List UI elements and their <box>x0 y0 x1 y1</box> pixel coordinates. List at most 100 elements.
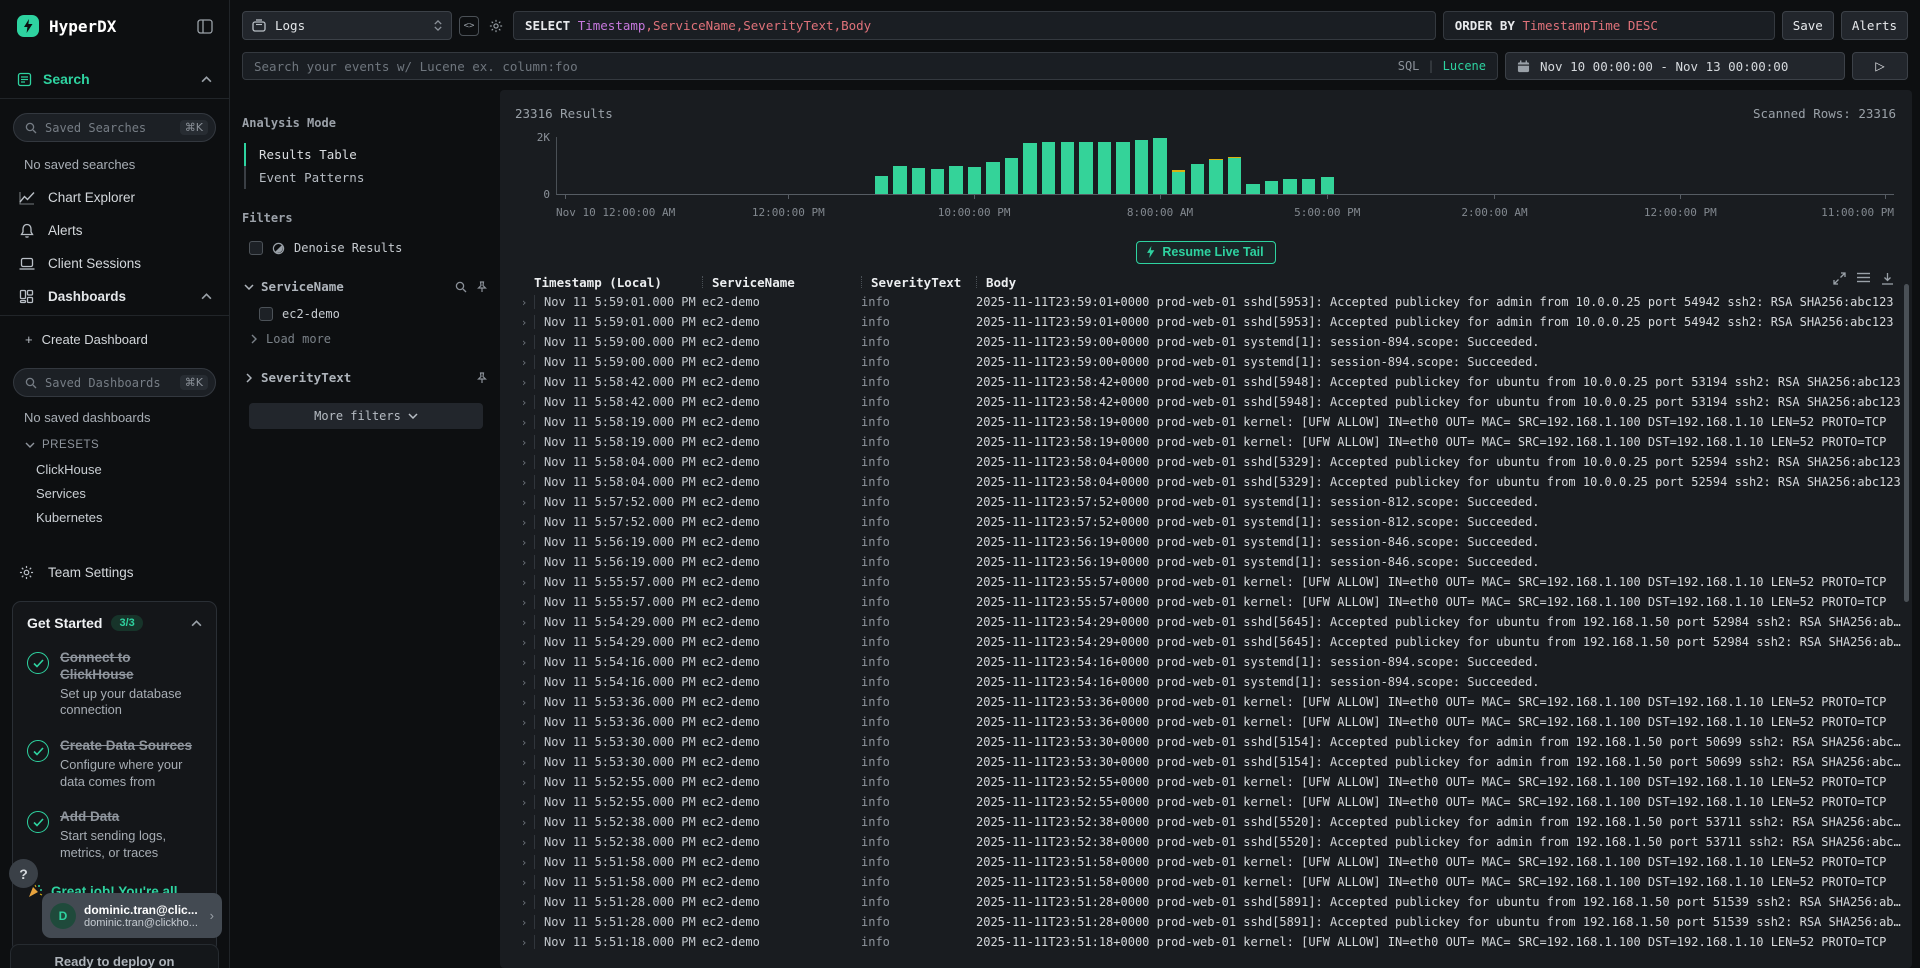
sidebar-item-dashboards[interactable]: Dashboards <box>0 280 229 313</box>
sidebar-collapse-icon[interactable] <box>197 19 213 34</box>
table-row[interactable]: › Nov 11 5:57:52.000 PM ec2-demo info 20… <box>514 512 1912 532</box>
preset-item[interactable]: ClickHouse <box>0 458 229 482</box>
table-row[interactable]: › Nov 11 5:54:29.000 PM ec2-demo info 20… <box>514 612 1912 632</box>
row-expand-chevron[interactable]: › <box>514 676 534 689</box>
create-dashboard-button[interactable]: + Create Dashboard <box>0 324 229 354</box>
histogram-bar[interactable] <box>968 167 981 194</box>
source-settings-gear-icon[interactable] <box>486 16 506 36</box>
table-row[interactable]: › Nov 11 5:55:57.000 PM ec2-demo info 20… <box>514 572 1912 592</box>
table-row[interactable]: › Nov 11 5:58:19.000 PM ec2-demo info 20… <box>514 412 1912 432</box>
pin-icon[interactable] <box>476 281 488 293</box>
source-select[interactable]: Logs <box>242 11 452 40</box>
table-row[interactable]: › Nov 11 5:58:19.000 PM ec2-demo info 20… <box>514 432 1912 452</box>
presets-toggle[interactable]: PRESETS <box>25 439 229 451</box>
row-expand-chevron[interactable]: › <box>514 416 534 429</box>
deploy-banner[interactable]: Ready to deploy on <box>10 944 219 968</box>
table-row[interactable]: › Nov 11 5:57:52.000 PM ec2-demo info 20… <box>514 492 1912 512</box>
table-row[interactable]: › Nov 11 5:56:19.000 PM ec2-demo info 20… <box>514 552 1912 572</box>
table-row[interactable]: › Nov 11 5:51:28.000 PM ec2-demo info 20… <box>514 912 1912 932</box>
preset-item[interactable]: Services <box>0 482 229 506</box>
histogram-bar[interactable] <box>1023 143 1036 194</box>
row-expand-chevron[interactable]: › <box>514 356 534 369</box>
filter-group-servicename[interactable]: ServiceName <box>244 279 488 294</box>
histogram-bar[interactable] <box>986 162 999 194</box>
get-started-step[interactable]: Add Data Start sending logs, metrics, or… <box>27 809 202 861</box>
sidebar-item-chart-explorer[interactable]: Chart Explorer <box>0 181 229 214</box>
more-filters-button[interactable]: More filters <box>249 403 483 429</box>
denoise-results-toggle[interactable]: Denoise Results <box>249 241 490 255</box>
histogram-bar[interactable] <box>949 166 962 195</box>
alerts-button[interactable]: Alerts <box>1841 11 1908 40</box>
chevron-up-icon[interactable] <box>201 76 212 83</box>
histogram-bar[interactable] <box>1079 142 1092 194</box>
table-row[interactable]: › Nov 11 5:58:04.000 PM ec2-demo info 20… <box>514 452 1912 472</box>
table-scrollbar[interactable] <box>1904 284 1909 602</box>
table-row[interactable]: › Nov 11 5:55:57.000 PM ec2-demo info 20… <box>514 592 1912 612</box>
column-resize-handle[interactable] <box>861 276 862 288</box>
row-expand-chevron[interactable]: › <box>514 896 534 909</box>
row-expand-chevron[interactable]: › <box>514 936 534 949</box>
expand-table-icon[interactable] <box>1833 272 1846 285</box>
sidebar-item-client-sessions[interactable]: Client Sessions <box>0 247 229 280</box>
row-expand-chevron[interactable]: › <box>514 516 534 529</box>
row-expand-chevron[interactable]: › <box>514 696 534 709</box>
column-resize-handle[interactable] <box>976 276 977 288</box>
table-row[interactable]: › Nov 11 5:58:42.000 PM ec2-demo info 20… <box>514 392 1912 412</box>
column-header-timestamp[interactable]: Timestamp (Local) <box>534 275 702 290</box>
lucene-mode-toggle[interactable]: Lucene <box>1443 59 1486 73</box>
events-histogram[interactable]: 2K 0 Nov 10 12:00:00 AM12:00:00 PM10:00:… <box>510 131 1898 219</box>
chevron-up-icon[interactable] <box>191 620 202 627</box>
table-row[interactable]: › Nov 11 5:59:00.000 PM ec2-demo info 20… <box>514 352 1912 372</box>
table-row[interactable]: › Nov 11 5:52:55.000 PM ec2-demo info 20… <box>514 772 1912 792</box>
table-row[interactable]: › Nov 11 5:54:16.000 PM ec2-demo info 20… <box>514 652 1912 672</box>
table-row[interactable]: › Nov 11 5:51:18.000 PM ec2-demo info 20… <box>514 932 1912 952</box>
filter-group-severitytext[interactable]: SeverityText <box>244 370 488 385</box>
table-row[interactable]: › Nov 11 5:56:19.000 PM ec2-demo info 20… <box>514 532 1912 552</box>
select-columns-input[interactable]: SELECT Timestamp,ServiceName,SeverityTex… <box>513 11 1436 40</box>
row-expand-chevron[interactable]: › <box>514 756 534 769</box>
table-row[interactable]: › Nov 11 5:59:01.000 PM ec2-demo info 20… <box>514 312 1912 332</box>
table-row[interactable]: › Nov 11 5:52:38.000 PM ec2-demo info 20… <box>514 812 1912 832</box>
table-row[interactable]: › Nov 11 5:51:28.000 PM ec2-demo info 20… <box>514 892 1912 912</box>
sidebar-item-alerts[interactable]: Alerts <box>0 214 229 247</box>
filter-search-icon[interactable] <box>455 281 467 293</box>
column-header-body[interactable]: Body <box>976 275 1912 290</box>
table-row[interactable]: › Nov 11 5:58:42.000 PM ec2-demo info 20… <box>514 372 1912 392</box>
table-row[interactable]: › Nov 11 5:59:01.000 PM ec2-demo info 20… <box>514 292 1912 312</box>
search-input[interactable] <box>254 59 1390 74</box>
histogram-bar[interactable] <box>912 168 925 194</box>
histogram-bar[interactable] <box>1246 184 1259 194</box>
histogram-bar[interactable] <box>1321 177 1334 194</box>
row-expand-chevron[interactable]: › <box>514 816 534 829</box>
row-expand-chevron[interactable]: › <box>514 596 534 609</box>
row-expand-chevron[interactable]: › <box>514 296 534 309</box>
code-brackets-icon[interactable]: <> <box>459 16 479 36</box>
table-row[interactable]: › Nov 11 5:53:30.000 PM ec2-demo info 20… <box>514 732 1912 752</box>
row-expand-chevron[interactable]: › <box>514 476 534 489</box>
histogram-bar[interactable] <box>1098 142 1111 194</box>
user-menu[interactable]: D dominic.tran@clic... dominic.tran@clic… <box>42 893 222 938</box>
saved-searches-input[interactable]: Saved Searches ⌘K <box>13 113 216 142</box>
ec2-demo-checkbox[interactable] <box>259 307 273 321</box>
load-more-button[interactable]: Load more <box>249 332 490 346</box>
row-expand-chevron[interactable]: › <box>514 456 534 469</box>
row-expand-chevron[interactable]: › <box>514 776 534 789</box>
table-row[interactable]: › Nov 11 5:58:04.000 PM ec2-demo info 20… <box>514 472 1912 492</box>
resume-live-tail-button[interactable]: Resume Live Tail <box>1136 241 1275 264</box>
row-expand-chevron[interactable]: › <box>514 336 534 349</box>
row-expand-chevron[interactable]: › <box>514 496 534 509</box>
histogram-bar[interactable] <box>1191 164 1204 194</box>
histogram-bar[interactable] <box>1209 159 1222 194</box>
histogram-bar[interactable] <box>1172 170 1185 194</box>
row-expand-chevron[interactable]: › <box>514 716 534 729</box>
table-row[interactable]: › Nov 11 5:53:36.000 PM ec2-demo info 20… <box>514 712 1912 732</box>
row-expand-chevron[interactable]: › <box>514 616 534 629</box>
histogram-bar[interactable] <box>1228 157 1241 194</box>
histogram-bar[interactable] <box>931 169 944 194</box>
histogram-bar[interactable] <box>1283 179 1296 194</box>
row-expand-chevron[interactable]: › <box>514 636 534 649</box>
order-by-input[interactable]: ORDER BY TimestampTime DESC <box>1443 11 1775 40</box>
table-row[interactable]: › Nov 11 5:51:58.000 PM ec2-demo info 20… <box>514 852 1912 872</box>
histogram-bar[interactable] <box>875 176 888 194</box>
column-header-servicename[interactable]: ServiceName <box>702 275 861 290</box>
